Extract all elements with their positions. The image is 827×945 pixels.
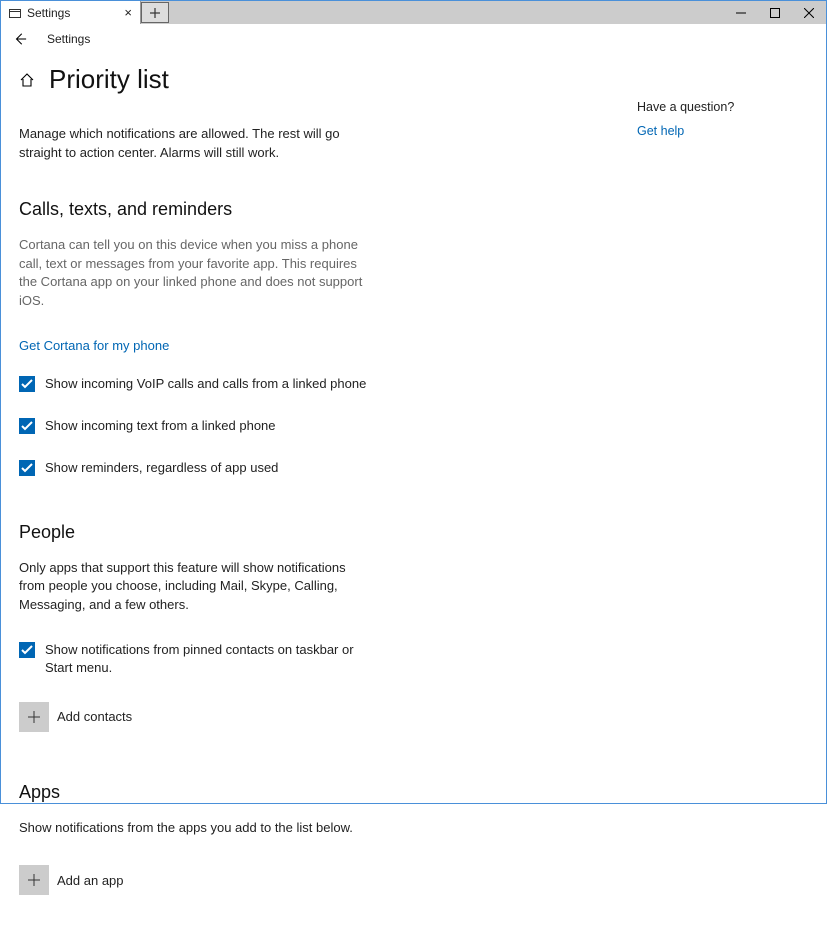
section-people-title: People xyxy=(19,522,579,543)
plus-icon[interactable] xyxy=(19,702,49,732)
new-tab-button[interactable] xyxy=(141,2,169,23)
minimize-button[interactable] xyxy=(724,1,758,24)
home-icon[interactable] xyxy=(19,72,35,88)
window-titlebar: Settings × xyxy=(1,1,826,24)
section-calls-desc: Cortana can tell you on this device when… xyxy=(19,236,369,311)
add-app-label: Add an app xyxy=(57,873,124,888)
checkbox-checked-icon[interactable] xyxy=(19,418,35,434)
side-panel: Have a question? Get help xyxy=(637,54,734,925)
check-voip-row[interactable]: Show incoming VoIP calls and calls from … xyxy=(19,375,379,393)
check-reminders-row[interactable]: Show reminders, regardless of app used xyxy=(19,459,379,477)
checkbox-checked-icon[interactable] xyxy=(19,460,35,476)
titlebar-drag-area[interactable] xyxy=(169,1,724,24)
settings-app-icon xyxy=(9,7,21,19)
tab-close-button[interactable]: × xyxy=(122,5,134,20)
check-text-row[interactable]: Show incoming text from a linked phone xyxy=(19,417,379,435)
get-help-link[interactable]: Get help xyxy=(637,124,734,138)
add-app-row[interactable]: Add an app xyxy=(19,865,579,895)
page-title: Priority list xyxy=(49,64,169,95)
section-calls-title: Calls, texts, and reminders xyxy=(19,199,579,220)
check-reminders-label: Show reminders, regardless of app used xyxy=(45,459,278,477)
checkbox-checked-icon[interactable] xyxy=(19,376,35,392)
breadcrumb[interactable]: Settings xyxy=(47,32,90,46)
plus-icon[interactable] xyxy=(19,865,49,895)
section-apps-title: Apps xyxy=(19,782,579,803)
check-pinned-row[interactable]: Show notifications from pinned contacts … xyxy=(19,641,379,677)
nav-row: Settings xyxy=(1,24,826,54)
get-cortana-link[interactable]: Get Cortana for my phone xyxy=(19,338,169,353)
checkbox-checked-icon[interactable] xyxy=(19,642,35,658)
page-title-row: Priority list xyxy=(19,64,579,95)
section-apps-desc: Show notifications from the apps you add… xyxy=(19,819,359,838)
add-contacts-label: Add contacts xyxy=(57,709,132,724)
side-question: Have a question? xyxy=(637,100,734,114)
check-text-label: Show incoming text from a linked phone xyxy=(45,417,276,435)
check-voip-label: Show incoming VoIP calls and calls from … xyxy=(45,375,366,393)
add-contacts-row[interactable]: Add contacts xyxy=(19,702,579,732)
check-pinned-label: Show notifications from pinned contacts … xyxy=(45,641,379,677)
page-intro: Manage which notifications are allowed. … xyxy=(19,125,369,163)
window-tab[interactable]: Settings × xyxy=(1,1,141,24)
back-button[interactable] xyxy=(11,30,29,48)
close-button[interactable] xyxy=(792,1,826,24)
tab-title: Settings xyxy=(27,6,122,20)
maximize-button[interactable] xyxy=(758,1,792,24)
section-people-desc: Only apps that support this feature will… xyxy=(19,559,359,616)
